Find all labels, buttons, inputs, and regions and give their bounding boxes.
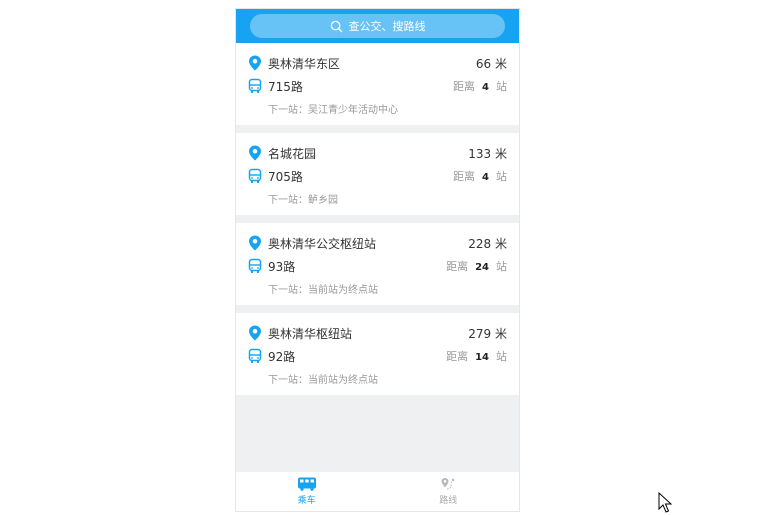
location-pin-icon (249, 55, 261, 71)
station-distance: 228 米 (468, 236, 507, 251)
stops-away: 距离 4 站 (453, 170, 507, 183)
next-stop: 下一站：当前站为终点站 (268, 284, 378, 296)
tab-route[interactable]: 路线 (378, 472, 520, 511)
search-input[interactable]: 查公交、搜路线 (250, 14, 505, 38)
stops-count: 24 (475, 262, 489, 273)
phone-screen: 查公交、搜路线 奥林清华东区 66 米 715路 距离 4 站 下一站：吴江青少… (236, 9, 519, 511)
mouse-cursor-icon (658, 492, 672, 513)
location-pin-icon (249, 325, 261, 341)
bus-icon (248, 348, 262, 363)
stops-count: 14 (475, 352, 489, 363)
bus-icon (297, 477, 316, 491)
station-distance: 279 米 (468, 326, 507, 341)
route-number: 705路 (268, 169, 303, 184)
stops-count: 4 (482, 172, 489, 183)
route-icon (441, 478, 455, 490)
station-list: 奥林清华东区 66 米 715路 距离 4 站 下一站：吴江青少年活动中心 名城… (236, 43, 519, 403)
search-icon (330, 20, 342, 32)
next-stop: 下一站：鲈乡园 (268, 194, 338, 206)
station-name: 名城花园 (268, 146, 317, 161)
stops-away: 距离 24 站 (446, 260, 507, 273)
search-placeholder: 查公交、搜路线 (348, 20, 426, 33)
bottom-tab-bar: 乘车 路线 (236, 472, 519, 511)
station-card[interactable]: 名城花园 133 米 705路 距离 4 站 下一站：鲈乡园 (236, 133, 519, 215)
stops-away: 距离 4 站 (453, 80, 507, 93)
location-pin-icon (249, 145, 261, 161)
station-distance: 133 米 (468, 146, 507, 161)
tab-label: 路线 (439, 496, 458, 506)
stops-count: 4 (482, 82, 489, 93)
stops-away: 距离 14 站 (446, 350, 507, 363)
route-number: 93路 (268, 259, 296, 274)
station-name: 奥林清华东区 (268, 56, 341, 71)
station-name: 奥林清华公交枢纽站 (268, 236, 377, 251)
tab-ride[interactable]: 乘车 (236, 472, 378, 511)
bus-icon (248, 258, 262, 273)
bus-icon (248, 168, 262, 183)
route-number: 92路 (268, 349, 296, 364)
station-name: 奥林清华枢纽站 (268, 326, 353, 341)
station-card[interactable]: 奥林清华东区 66 米 715路 距离 4 站 下一站：吴江青少年活动中心 (236, 43, 519, 125)
location-pin-icon (249, 235, 261, 251)
tab-label: 乘车 (297, 496, 316, 506)
next-stop: 下一站：吴江青少年活动中心 (268, 104, 398, 116)
station-card[interactable]: 奥林清华枢纽站 279 米 92路 距离 14 站 下一站：当前站为终点站 (236, 313, 519, 395)
route-number: 715路 (268, 79, 303, 94)
station-distance: 66 米 (475, 56, 507, 71)
bus-icon (248, 78, 262, 93)
header-bar: 查公交、搜路线 (236, 9, 519, 43)
station-card[interactable]: 奥林清华公交枢纽站 228 米 93路 距离 24 站 下一站：当前站为终点站 (236, 223, 519, 305)
next-stop: 下一站：当前站为终点站 (268, 374, 378, 386)
